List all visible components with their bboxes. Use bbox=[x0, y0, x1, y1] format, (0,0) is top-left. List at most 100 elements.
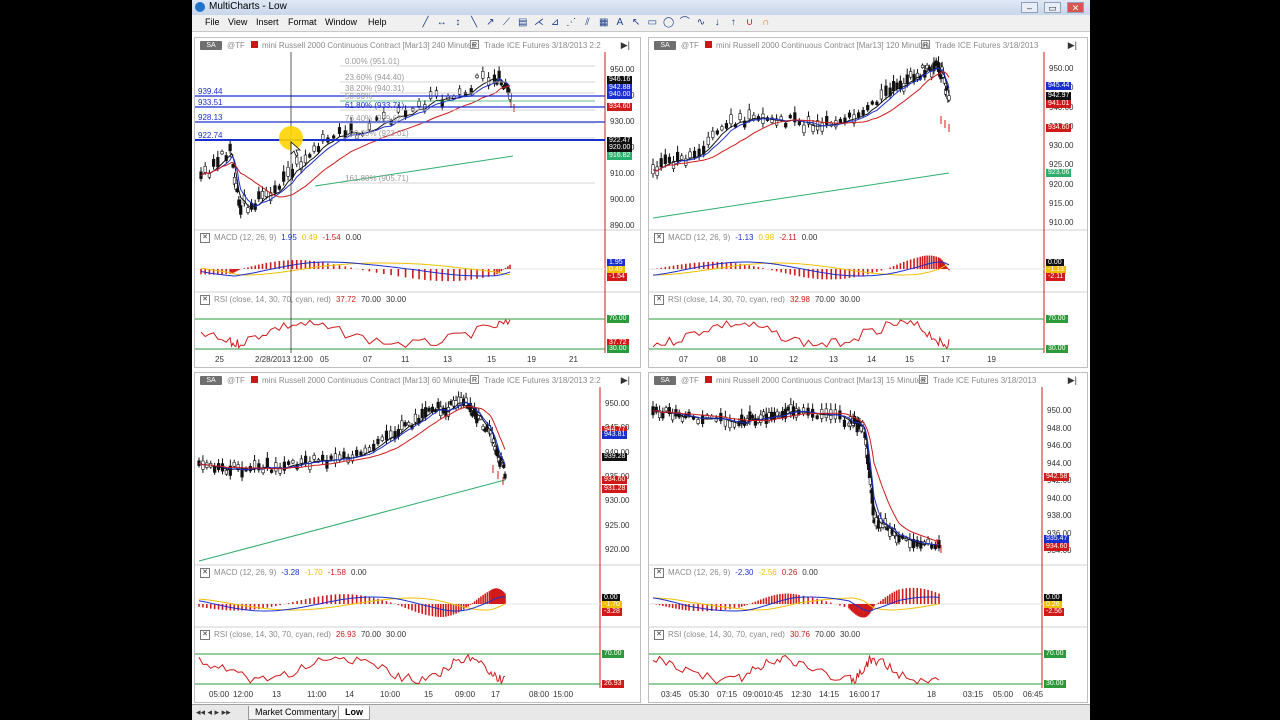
price-axis-tick: 910.00 bbox=[610, 169, 635, 178]
candle-body bbox=[920, 64, 925, 68]
menu-file[interactable]: File bbox=[205, 17, 220, 27]
time-axis-tick: 11:00 bbox=[307, 690, 327, 699]
speed-lines-icon[interactable]: ⋰ bbox=[566, 17, 577, 28]
menu-view[interactable]: View bbox=[228, 17, 247, 27]
rsi-legend[interactable]: ✕ RSI (close, 14, 30, 70, cyan, red) 26.93… bbox=[200, 630, 411, 640]
rsi-legend[interactable]: ✕ RSI (close, 14, 30, 70, cyan, red) 30.76… bbox=[654, 630, 865, 640]
macd-legend[interactable]: ✕ MACD (12, 26, 9) -1.13 0.98 -2.11 0.00 bbox=[654, 233, 822, 243]
ray-icon[interactable]: ↗ bbox=[485, 17, 496, 28]
regression-icon[interactable]: ⫽ bbox=[582, 17, 593, 28]
vertical-line-icon[interactable]: ↕ bbox=[452, 17, 463, 28]
rsi-legend[interactable]: ✕ RSI (close, 14, 30, 70, cyan, red) 32.98… bbox=[654, 295, 865, 305]
price-axis-tick: 890.00 bbox=[610, 221, 635, 230]
candle-body bbox=[825, 116, 829, 125]
candle-body bbox=[503, 473, 507, 479]
candle-body bbox=[866, 104, 870, 111]
candle-body bbox=[794, 408, 798, 418]
menu-format[interactable]: Format bbox=[288, 17, 317, 27]
time-axis-tick: 15:00 bbox=[553, 690, 574, 699]
close-button[interactable]: ✕ bbox=[1067, 2, 1084, 13]
candle-body bbox=[403, 422, 407, 427]
remove-indicator-icon[interactable]: ✕ bbox=[654, 568, 664, 578]
macd-legend[interactable]: ✕ MACD (12, 26, 9) -3.28 -1.70 -1.58 0.00 bbox=[200, 568, 372, 578]
fibonacci-icon[interactable]: ⟋ bbox=[501, 17, 512, 28]
macd-v4: 0.00 bbox=[345, 233, 362, 243]
resolution-toggle-icon[interactable]: R bbox=[919, 375, 928, 384]
menu-window[interactable]: Window bbox=[325, 17, 357, 27]
arrow-icon[interactable]: ↖ bbox=[631, 17, 642, 28]
candle-body bbox=[729, 114, 733, 125]
candle-body bbox=[400, 420, 404, 430]
title-bar: MultiCharts - Low – ▭ ✕ bbox=[192, 0, 1090, 16]
resolution-toggle-icon[interactable]: R bbox=[470, 40, 479, 49]
scroll-right-icon[interactable]: ▶| bbox=[621, 40, 630, 51]
horizontal-line-icon[interactable]: ↔ bbox=[436, 17, 447, 28]
resolution-toggle-icon[interactable]: R bbox=[470, 375, 479, 384]
chart-canvas bbox=[649, 52, 1087, 353]
maximize-button[interactable]: ▭ bbox=[1044, 2, 1061, 13]
gann-icon[interactable]: ⊿ bbox=[550, 17, 561, 28]
rectangle-icon[interactable]: ▭ bbox=[647, 17, 658, 28]
remove-indicator-icon[interactable]: ✕ bbox=[654, 233, 664, 243]
channel-icon[interactable]: ▤ bbox=[517, 17, 528, 28]
rsi-legend[interactable]: ✕ RSI (close, 14, 30, 70, cyan, red) 37.72… bbox=[200, 295, 411, 305]
text-icon[interactable]: A bbox=[614, 17, 625, 28]
chart-240-minutes[interactable]: SA @TF mini Russell 2000 Continuous Contra… bbox=[194, 37, 641, 368]
remove-indicator-icon[interactable]: ✕ bbox=[200, 568, 210, 578]
price-axis-tick: 930.00 bbox=[605, 496, 630, 506]
chart-60-minutes[interactable]: SA @TF mini Russell 2000 Continuous Contra… bbox=[194, 372, 641, 703]
remove-indicator-icon[interactable]: ✕ bbox=[200, 630, 210, 640]
freehand-icon[interactable]: ∿ bbox=[695, 17, 706, 28]
grid-icon[interactable]: ▦ bbox=[598, 17, 609, 28]
menu-help[interactable]: Help bbox=[368, 17, 387, 27]
candle-body bbox=[786, 406, 790, 411]
chart-15-minutes[interactable]: SA @TF mini Russell 2000 Continuous Contra… bbox=[648, 372, 1088, 703]
scroll-right-icon[interactable]: ▶| bbox=[621, 375, 630, 386]
macd-legend[interactable]: ✕ MACD (12, 26, 9) 1.95 0.49 -1.54 0.00 bbox=[200, 233, 366, 243]
up-arrow-icon[interactable]: ↑ bbox=[728, 17, 739, 28]
ellipse-icon[interactable]: ◯ bbox=[663, 17, 674, 28]
scroll-right-icon[interactable]: ▶| bbox=[1068, 375, 1077, 386]
status-indicator-button[interactable]: SA bbox=[654, 376, 676, 385]
fibonacci-level-label: 161.80% (905.71) bbox=[345, 174, 409, 183]
magnet-snap-icon[interactable]: ∩ bbox=[760, 17, 771, 28]
trendline-icon[interactable]: ╲ bbox=[469, 17, 480, 28]
macd-v3: -1.58 bbox=[327, 568, 346, 578]
tab-nav-arrows-icon[interactable]: ◂◂ ◂ ▸ ▸▸ bbox=[196, 707, 231, 718]
status-indicator-button[interactable]: SA bbox=[200, 41, 222, 50]
candle-body bbox=[303, 154, 308, 164]
macd-label: MACD (12, 26, 9) bbox=[214, 233, 277, 243]
macd-legend[interactable]: ✕ MACD (12, 26, 9) -2.30 -2.56 0.26 0.00 bbox=[654, 568, 823, 578]
minimize-button[interactable]: – bbox=[1021, 2, 1038, 13]
chart-canvas bbox=[649, 387, 1087, 688]
candle-body bbox=[838, 118, 842, 123]
magnet-icon[interactable]: ∪ bbox=[744, 17, 755, 28]
remove-indicator-icon[interactable]: ✕ bbox=[200, 295, 210, 305]
fibonacci-level-label: 61.80% (933.71) bbox=[345, 101, 405, 110]
tab-market-commentary[interactable]: Market Commentary bbox=[248, 706, 344, 720]
status-indicator-button[interactable]: SA bbox=[200, 376, 222, 385]
status-indicator-button[interactable]: SA bbox=[654, 41, 676, 50]
down-arrow-icon[interactable]: ↓ bbox=[712, 17, 723, 28]
fibonacci-level-label: 100.00% (923.01) bbox=[345, 129, 409, 138]
remove-indicator-icon[interactable]: ✕ bbox=[200, 233, 210, 243]
tab-low[interactable]: Low bbox=[338, 706, 370, 720]
candle-body bbox=[237, 199, 241, 206]
remove-indicator-icon[interactable]: ✕ bbox=[654, 630, 664, 640]
menu-insert[interactable]: Insert bbox=[256, 17, 279, 27]
remove-indicator-icon[interactable]: ✕ bbox=[654, 295, 664, 305]
price-axis-tick: 950.00 bbox=[605, 399, 630, 408]
candle-body bbox=[692, 150, 697, 158]
macd-v3: -1.54 bbox=[322, 233, 341, 243]
time-axis-tick: 13 bbox=[272, 690, 281, 699]
chart-120-minutes[interactable]: SA @TF mini Russell 2000 Continuous Contra… bbox=[648, 37, 1088, 368]
candle-body bbox=[420, 408, 424, 419]
resolution-toggle-icon[interactable]: R bbox=[921, 40, 930, 49]
time-axis-tick: 09:00 bbox=[743, 690, 764, 699]
line-tool-icon[interactable]: ╱ bbox=[420, 17, 431, 28]
candle-body bbox=[926, 538, 930, 545]
fibonacci-level-label: 76.40% (929.62) bbox=[345, 114, 405, 123]
andrews-icon[interactable]: ⋌ bbox=[533, 17, 544, 28]
scroll-right-icon[interactable]: ▶| bbox=[1068, 40, 1077, 51]
arc-icon[interactable]: ⌒ bbox=[679, 17, 690, 28]
